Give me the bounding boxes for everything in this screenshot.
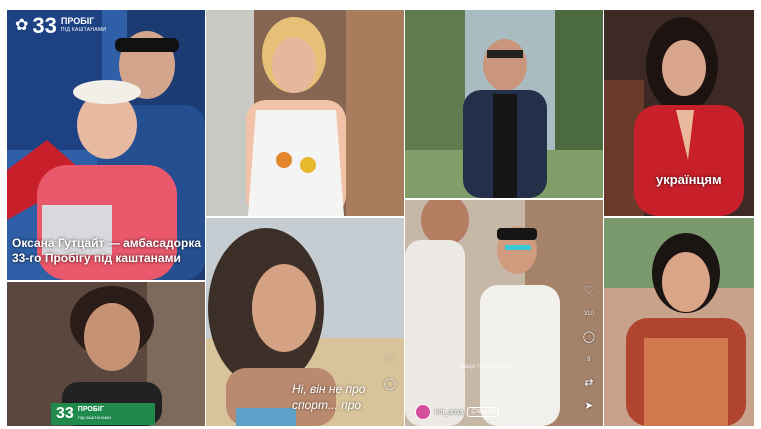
comment-icon[interactable]: ◯ — [583, 332, 595, 343]
reel-actions: ♡ ◯ — [384, 356, 396, 390]
send-icon[interactable]: ➤ — [584, 401, 593, 412]
avatar[interactable] — [415, 404, 431, 420]
chestnut-leaf-icon: ✿ — [15, 17, 29, 34]
photo-woman-studio — [604, 218, 754, 426]
follow-button[interactable]: Стежити — [467, 407, 500, 417]
video-tile-man-street[interactable] — [405, 10, 603, 198]
username[interactable]: kot_anya — [435, 409, 463, 416]
badge-subtitle: ПІД КАШТАНАМИ — [77, 415, 112, 420]
blurred-caption: якщо ти вболіваєш... — [461, 364, 519, 370]
repost-icon[interactable]: ⇄ — [584, 378, 593, 389]
video-tile-shirt[interactable] — [206, 10, 404, 216]
logo-subtitle: ПІД КАШТАНАМИ — [60, 27, 107, 33]
logo-number: 33 — [32, 13, 57, 38]
overlay-caption: українцям — [656, 172, 722, 187]
video-tile-red-robe[interactable]: українцям — [604, 10, 754, 216]
comment-icon[interactable]: ◯ — [384, 379, 396, 390]
video-tile-gutsait[interactable]: ✿ 33 ПРОБІГ ПІД КАШТАНАМИ Оксана Гутцайт… — [7, 10, 205, 280]
heart-icon[interactable]: ♡ — [385, 356, 395, 367]
badge-number: 33 — [56, 405, 74, 422]
race-badge: 33 ПРОБІГ ПІД КАШТАНАМИ — [51, 403, 155, 425]
photo-two-men — [405, 200, 603, 426]
heart-icon[interactable]: ♡ — [584, 286, 594, 297]
logo-word: ПРОБІГ — [60, 16, 95, 26]
badge-word: ПРОБІГ — [77, 406, 104, 413]
video-tile-studio[interactable] — [604, 218, 754, 426]
video-tile-woman-badge[interactable]: 33 ПРОБІГ ПІД КАШТАНАМИ — [7, 282, 205, 426]
subtitle-line-2: спорт... про — [292, 398, 362, 412]
reel-author: kot_anya Стежити — [415, 404, 500, 420]
race-logo: ✿ 33 ПРОБІГ ПІД КАШТАНАМИ — [15, 13, 107, 38]
video-tile-sunset[interactable]: Ні, він не про спорт... про ♡ ◯ — [206, 218, 404, 426]
reel-actions-2: ♡ 310 ◯ 9 ⇄ ➤ — [583, 286, 595, 412]
comments-count: 9 — [587, 357, 591, 363]
photo-woman-tshirt — [206, 10, 404, 216]
video-grid: ✿ 33 ПРОБІГ ПІД КАШТАНАМИ Оксана Гутцайт… — [0, 0, 761, 429]
video-tile-two-men[interactable]: якщо ти вболіваєш... ♡ 310 ◯ 9 ⇄ ➤ kot_a… — [405, 200, 603, 426]
likes-count: 310 — [583, 311, 594, 317]
photo-man-street — [405, 10, 603, 198]
video-caption: Оксана Гутцайт — амбасадорка 33-го Пробі… — [12, 236, 202, 265]
